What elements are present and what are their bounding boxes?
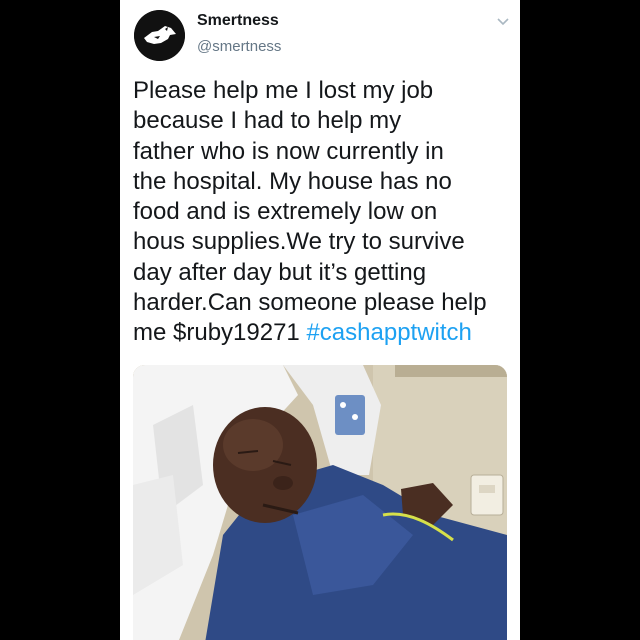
user-handle[interactable]: @smertness: [197, 38, 281, 55]
tweet-text: Please help me I lost my job because I h…: [133, 76, 508, 349]
screenshot-frame: Smertness @smertness Please help me I lo…: [0, 0, 640, 640]
tweet-text-line: father who is now currently in: [133, 137, 444, 165]
tweet-text-line: food and is extremely low on: [133, 198, 438, 226]
hashtag-link[interactable]: #cashapptwitch: [306, 319, 471, 346]
tweet-card[interactable]: Smertness @smertness Please help me I lo…: [120, 0, 520, 640]
tweet-photo[interactable]: [133, 365, 507, 640]
tweet-text-line: the hospital. My house has no: [133, 167, 452, 195]
tweet-text-line: harder.Can someone please help: [133, 289, 487, 317]
tweet-text-line: me $ruby19271: [133, 319, 300, 347]
wolf-logo-icon: [134, 10, 185, 61]
tweet-text-line: day after day but it’s getting: [133, 258, 427, 286]
hospital-bed-photo: [133, 365, 507, 640]
tweet-text-line: hous supplies.We try to survive: [133, 228, 465, 256]
avatar[interactable]: [134, 10, 185, 61]
tweet-text-line: because I had to help my: [133, 107, 402, 135]
display-name[interactable]: Smertness: [197, 12, 279, 30]
chevron-down-icon[interactable]: [496, 14, 510, 26]
tweet-text-line-last: me $ruby19271 #cashapptwitch: [133, 318, 508, 348]
tweet-text-line: Please help me I lost my job: [133, 77, 434, 104]
